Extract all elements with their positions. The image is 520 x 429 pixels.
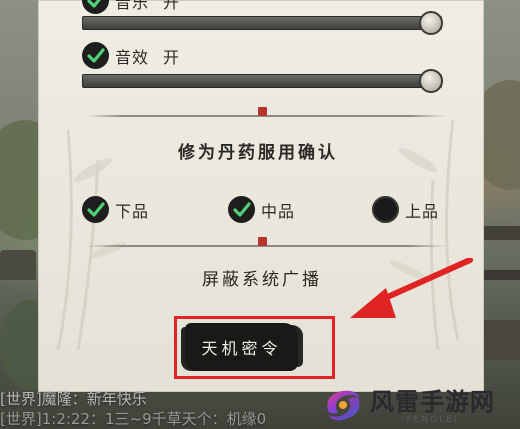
pill-high-checkbox[interactable] — [372, 196, 399, 223]
pointer-arrow-icon — [350, 258, 473, 318]
pill-confirm-title: 修为丹药服用确认 — [178, 143, 338, 163]
pill-option-low[interactable]: 下品 — [82, 196, 149, 223]
check-icon — [86, 201, 105, 217]
check-icon — [86, 0, 101, 8]
sfx-volume-knob[interactable] — [419, 69, 443, 93]
check-icon — [232, 201, 251, 217]
watermark-sub: FENGLEI — [406, 415, 459, 425]
pill-low-checkbox[interactable] — [82, 196, 109, 223]
red-seal-icon — [258, 237, 267, 246]
check-icon — [86, 47, 105, 63]
sfx-toggle-row[interactable]: 音效开 — [82, 42, 180, 69]
music-volume-knob[interactable] — [419, 11, 443, 35]
pill-mid-checkbox[interactable] — [228, 196, 255, 223]
music-label: 音乐开 — [115, 0, 181, 12]
chat-line: [世界]1:2:22：1三~9千草天个：机缘0 — [0, 410, 267, 428]
highlight-box — [174, 316, 335, 379]
broadcast-block-title: 屏蔽系统广播 — [202, 270, 322, 290]
music-checkbox[interactable] — [82, 0, 109, 14]
music-toggle-row[interactable]: 音乐开 — [82, 0, 180, 14]
sfx-checkbox[interactable] — [82, 42, 109, 69]
pill-high-label: 上品 — [405, 201, 440, 221]
pill-option-high[interactable]: 上品 — [372, 196, 439, 223]
fenglei-logo-icon — [327, 390, 360, 420]
sfx-volume-slider[interactable] — [82, 69, 443, 93]
music-volume-slider[interactable] — [82, 11, 443, 35]
watermark-name: 风雷手游网 — [370, 388, 495, 416]
sfx-label: 音效开 — [115, 47, 181, 67]
chat-line: [世界]魔隆：新年快乐 — [0, 390, 147, 408]
pill-option-mid[interactable]: 中品 — [228, 196, 295, 223]
chat-overlay: [世界]魔隆：新年快乐 [世界]1:2:22：1三~9千草天个：机缘0 — [0, 389, 330, 429]
pill-low-label: 下品 — [115, 201, 150, 221]
pill-mid-label: 中品 — [261, 201, 296, 221]
red-seal-icon — [258, 107, 267, 116]
site-watermark-logo: 风雷手游网 FENGLEI — [320, 378, 518, 429]
